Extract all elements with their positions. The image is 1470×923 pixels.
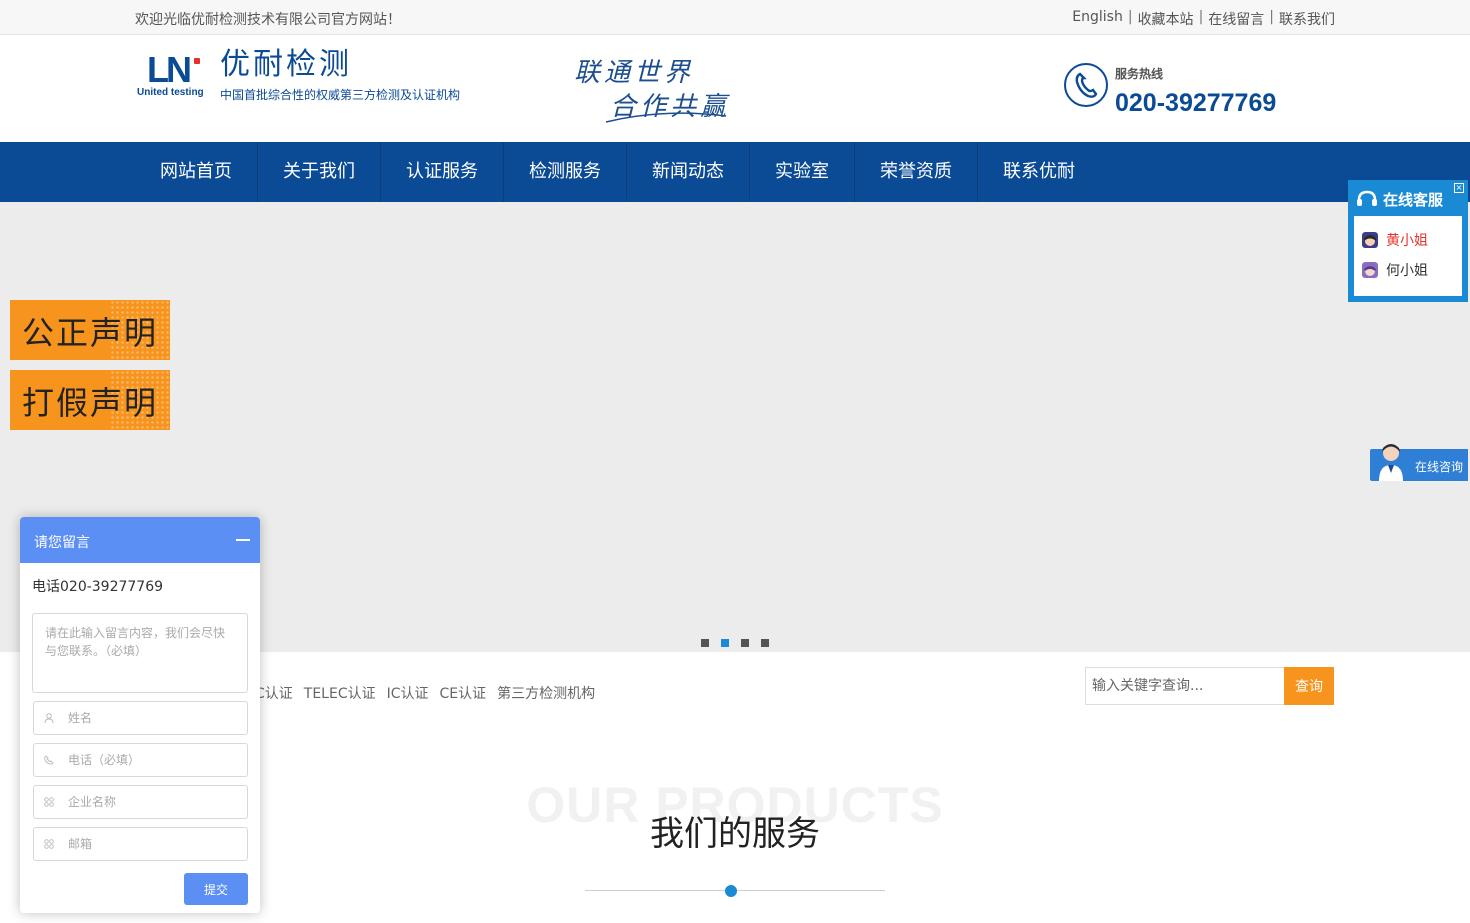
main-nav: 网站首页 关于我们 认证服务 检测服务 新闻动态 实验室 荣誉资质 联系优耐 — [0, 142, 1470, 202]
keyword-link[interactable]: IC认证 — [387, 683, 429, 703]
logo-mark-text: LN — [147, 49, 192, 90]
company-tagline: 中国首批综合性的权威第三方检测及认证机构 — [220, 88, 461, 102]
separator: | — [1127, 9, 1133, 25]
separator: | — [1198, 9, 1204, 25]
grid-icon — [44, 839, 54, 849]
hot-keywords: C认证 TELEC认证 IC认证 CE认证 第三方检测机构 — [255, 683, 595, 703]
phone-field[interactable] — [33, 743, 248, 777]
company-name: 优耐检测 — [220, 47, 352, 82]
name-input[interactable] — [68, 708, 238, 728]
online-service-panel: 在线客服 × 黄小姐 何小姐 — [1348, 180, 1468, 302]
nav-home[interactable]: 网站首页 — [135, 142, 258, 202]
nav-about[interactable]: 关于我们 — [258, 142, 381, 202]
phone-icon — [44, 755, 54, 765]
avatar — [1362, 262, 1378, 278]
minimize-icon[interactable] — [236, 539, 250, 541]
notice-label: 打假声明 — [22, 384, 159, 422]
hotline-label: 服务热线 — [1115, 67, 1164, 81]
email-input[interactable] — [68, 834, 238, 854]
anti-counterfeit-statement-button[interactable]: 打假声明 — [10, 370, 170, 430]
search-input[interactable] — [1085, 667, 1285, 705]
top-links: English | 收藏本站 | 在线留言 | 联系我们 — [1072, 9, 1335, 29]
nav-contact[interactable]: 联系优耐 — [978, 142, 1100, 202]
site-header: LN United testing 优耐检测 中国首批综合性的权威第三方检测及认… — [0, 36, 1470, 142]
message-widget-title: 请您留言 — [34, 535, 90, 551]
message-content-field[interactable] — [32, 613, 248, 693]
english-link[interactable]: English — [1072, 9, 1123, 29]
online-service-header: 在线客服 — [1356, 188, 1443, 210]
hotline: 服务热线 020-39277769 — [1064, 63, 1304, 123]
impartiality-statement-button[interactable]: 公正声明 — [10, 300, 170, 360]
logo-text: 优耐检测 中国首批综合性的权威第三方检测及认证机构 — [220, 48, 460, 103]
carousel-dot[interactable] — [701, 639, 709, 647]
phone-icon — [1064, 63, 1108, 107]
bookmark-link[interactable]: 收藏本站 — [1138, 9, 1194, 29]
welcome-text: 欢迎光临优耐检测技术有限公司官方网站！ — [135, 12, 401, 28]
grid-icon — [44, 797, 54, 807]
online-consult-button[interactable]: 在线咨询 — [1370, 444, 1468, 481]
name-field[interactable] — [33, 701, 248, 735]
nav-honors[interactable]: 荣誉资质 — [855, 142, 978, 202]
notice-label: 公正声明 — [22, 314, 159, 352]
hotline-number: 020-39277769 — [1115, 89, 1277, 117]
top-bar: 欢迎光临优耐检测技术有限公司官方网站！ English | 收藏本站 | 在线留… — [0, 0, 1470, 35]
company-input[interactable] — [68, 792, 238, 812]
search-bar: 查询 — [1085, 667, 1334, 705]
agent-name: 黄小姐 — [1386, 233, 1428, 249]
headset-icon — [1357, 190, 1377, 206]
online-service-title: 在线客服 — [1383, 190, 1444, 209]
message-widget: 请您留言 电话020-39277769 提交 — [20, 517, 260, 913]
agent-he[interactable]: 何小姐 — [1362, 260, 1428, 280]
leave-message-link[interactable]: 在线留言 — [1208, 9, 1264, 29]
keyword-link[interactable]: C认证 — [255, 683, 293, 703]
message-phone: 电话020-39277769 — [32, 579, 164, 595]
slogan-swoosh-icon — [605, 112, 727, 123]
company-field[interactable] — [33, 785, 248, 819]
section-divider-dot — [725, 885, 737, 897]
submit-button[interactable]: 提交 — [184, 873, 248, 905]
separator: | — [1269, 9, 1274, 25]
carousel-dot[interactable] — [741, 639, 749, 647]
carousel-dot[interactable] — [761, 639, 769, 647]
keyword-link[interactable]: TELEC认证 — [304, 683, 376, 703]
logo[interactable]: LN United testing — [137, 52, 213, 100]
agent-list: 黄小姐 何小姐 — [1354, 216, 1462, 296]
nav-news[interactable]: 新闻动态 — [627, 142, 750, 202]
logo-sub-text: United testing — [137, 87, 204, 98]
nav-laboratory[interactable]: 实验室 — [750, 142, 855, 202]
logo-red-dot — [194, 58, 200, 64]
email-field[interactable] — [33, 827, 248, 861]
contact-us-link[interactable]: 联系我们 — [1279, 9, 1335, 29]
agent-huang[interactable]: 黄小姐 — [1362, 230, 1428, 250]
search-button[interactable]: 查询 — [1284, 667, 1334, 705]
carousel-dots — [701, 639, 769, 647]
phone-input[interactable] — [68, 750, 238, 770]
avatar — [1362, 232, 1378, 248]
nav-certification[interactable]: 认证服务 — [381, 142, 504, 202]
user-icon — [44, 713, 54, 723]
close-icon[interactable]: × — [1454, 183, 1464, 193]
keyword-link[interactable]: CE认证 — [440, 683, 487, 703]
nav-testing[interactable]: 检测服务 — [504, 142, 627, 202]
slogan-calligraphy: 联通世界 合作共赢 — [574, 50, 734, 124]
message-widget-header: 请您留言 — [20, 517, 260, 563]
customer-service-agent-icon — [1379, 444, 1403, 481]
agent-name: 何小姐 — [1386, 263, 1428, 279]
slogan-line-1: 联通世界 — [574, 58, 695, 88]
carousel-dot-active[interactable] — [721, 639, 729, 647]
keyword-link[interactable]: 第三方检测机构 — [497, 683, 595, 703]
consult-label: 在线咨询 — [1415, 460, 1464, 474]
